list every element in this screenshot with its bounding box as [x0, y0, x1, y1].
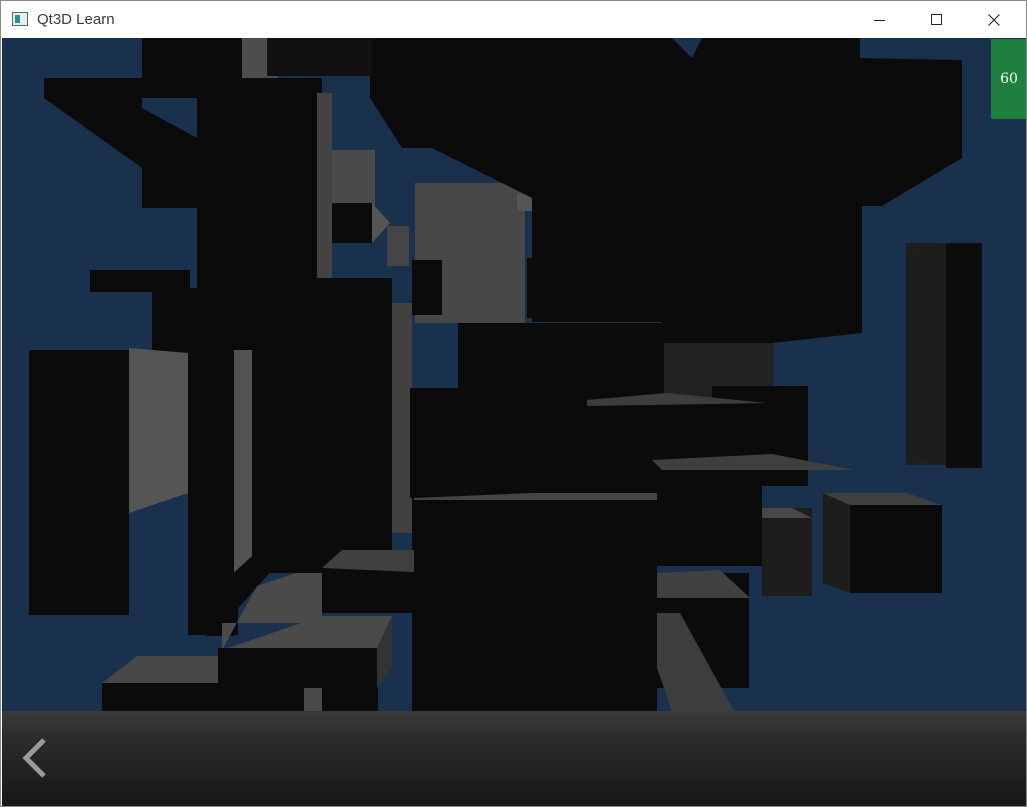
maximize-button[interactable]	[914, 1, 960, 38]
close-button[interactable]	[971, 1, 1017, 38]
dark-structures	[29, 38, 982, 711]
fps-counter: 60	[991, 39, 1026, 119]
app-icon	[12, 12, 28, 26]
maximize-icon	[931, 13, 942, 25]
app-window: Qt3D Learn 60	[0, 0, 1027, 807]
minimize-button[interactable]	[857, 1, 903, 38]
bottom-toolbar	[2, 711, 1026, 806]
close-icon	[988, 13, 1000, 26]
minimize-icon	[874, 19, 885, 21]
3d-scene	[29, 38, 982, 711]
chevron-left-icon	[22, 738, 46, 778]
title-bar[interactable]: Qt3D Learn	[1, 1, 1026, 38]
window-title: Qt3D Learn	[37, 11, 115, 28]
3d-viewport[interactable]	[2, 38, 1026, 711]
back-button[interactable]	[12, 735, 58, 781]
